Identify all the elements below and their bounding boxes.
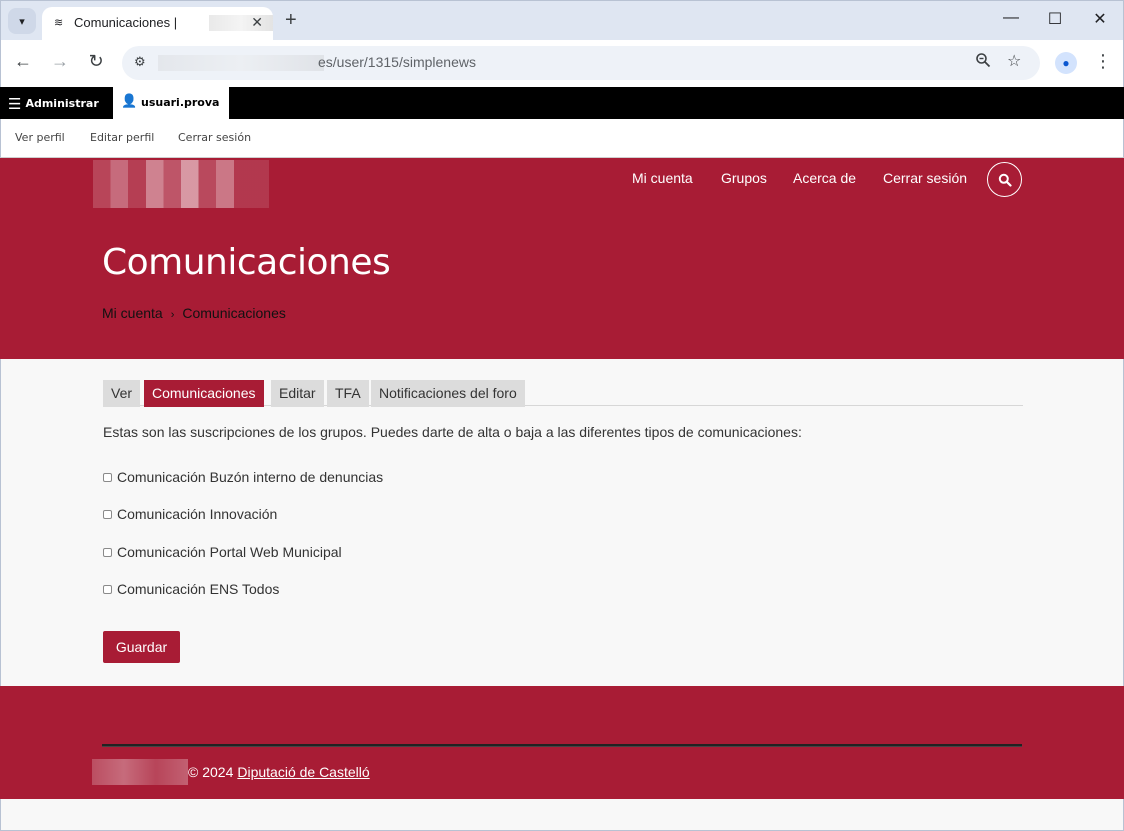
admin-manage-link[interactable]: ☰ Administrar — [8, 95, 99, 113]
breadcrumb-my-account[interactable]: Mi cuenta — [102, 305, 163, 321]
favicon-icon: ≋ — [54, 17, 64, 29]
tab-close-icon[interactable]: ✕ — [251, 14, 263, 31]
copyright: © 2024 Diputació de Castelló — [188, 764, 370, 780]
user-icon: 👤 — [121, 94, 138, 109]
back-icon[interactable]: ← — [11, 51, 35, 72]
form-intro: Estas son las suscripciones de los grupo… — [103, 424, 802, 440]
checkbox[interactable] — [103, 509, 112, 519]
minimize-icon[interactable]: — — [999, 9, 1023, 27]
browser-tab-active[interactable]: ≋ Comunicaciones | ✕ — [42, 7, 273, 41]
browser-toolbar: ← → ↻ ⚙ es/user/1315/simplenews ☆ ● ⋮ — [0, 40, 1124, 87]
url-redacted — [158, 55, 324, 71]
subscription-option[interactable]: Comunicación ENS Todos — [103, 581, 279, 597]
nav-groups[interactable]: Grupos — [721, 170, 767, 186]
zoom-icon[interactable] — [975, 52, 991, 73]
star-icon[interactable]: ☆ — [1007, 51, 1021, 71]
footer-divider — [102, 744, 1022, 747]
browser-tabstrip: ▾ ≋ Comunicaciones | ✕ + — ☐ ✕ — [0, 0, 1124, 41]
subscription-option[interactable]: Comunicación Buzón interno de denuncias — [103, 469, 383, 485]
breadcrumb: Mi cuenta › Comunicaciones — [102, 305, 286, 321]
option-label: Comunicación Innovación — [117, 506, 278, 522]
main-content: Ver Comunicaciones Editar TFA Notificaci… — [0, 359, 1124, 686]
footer-logo — [92, 759, 188, 785]
url-text: es/user/1315/simplenews — [318, 54, 476, 70]
tray-view-profile[interactable]: Ver perfil — [15, 131, 65, 144]
tab-search-button[interactable]: ▾ — [8, 8, 36, 34]
subscription-option[interactable]: Comunicación Innovación — [103, 506, 277, 522]
nav-about[interactable]: Acerca de — [793, 170, 856, 186]
site-logo[interactable] — [93, 160, 269, 208]
window-close-icon[interactable]: ✕ — [1088, 9, 1112, 29]
breadcrumb-separator: › — [170, 309, 175, 321]
tab-title-redacted — [209, 15, 273, 31]
nav-my-account[interactable]: Mi cuenta — [632, 170, 693, 186]
search-button[interactable] — [987, 162, 1022, 197]
new-tab-button[interactable]: + — [285, 9, 297, 32]
subscription-option[interactable]: Comunicación Portal Web Municipal — [103, 544, 342, 560]
checkbox[interactable] — [103, 472, 112, 482]
checkbox[interactable] — [103, 547, 112, 557]
reload-icon[interactable]: ↻ — [84, 51, 108, 72]
admin-toolbar: ☰ Administrar 👤 usuari.prova — [0, 87, 1124, 119]
local-tabs: Ver Comunicaciones Editar TFA Notificaci… — [103, 380, 1023, 407]
hamburger-icon: ☰ — [8, 95, 22, 113]
site-footer: © 2024 Diputació de Castelló — [0, 686, 1124, 799]
tray-logout[interactable]: Cerrar sesión — [178, 131, 251, 144]
option-label: Comunicación Portal Web Municipal — [117, 544, 342, 560]
address-bar[interactable]: ⚙ es/user/1315/simplenews ☆ — [122, 46, 1040, 80]
tab-forum-notifications[interactable]: Notificaciones del foro — [371, 380, 525, 407]
tab-title: Comunicaciones | — [74, 15, 178, 30]
checkbox[interactable] — [103, 584, 112, 594]
forward-icon[interactable]: → — [48, 51, 72, 72]
tab-view[interactable]: Ver — [103, 380, 141, 407]
save-button[interactable]: Guardar — [103, 631, 180, 663]
profile-icon[interactable]: ● — [1055, 52, 1077, 74]
tab-tfa[interactable]: TFA — [327, 380, 369, 407]
search-icon — [998, 173, 1012, 187]
tab-edit[interactable]: Editar — [271, 380, 324, 407]
tab-communications[interactable]: Comunicaciones — [144, 380, 264, 407]
user-tray: Ver perfil Editar perfil Cerrar sesión — [0, 119, 1124, 158]
chevron-down-icon: ▾ — [19, 15, 25, 28]
nav-logout[interactable]: Cerrar sesión — [883, 170, 967, 186]
admin-user-label: usuari.prova — [141, 96, 220, 109]
admin-manage-label: Administrar — [25, 97, 99, 110]
admin-user-tab[interactable]: 👤 usuari.prova — [113, 87, 229, 119]
site-info-icon[interactable]: ⚙ — [134, 54, 146, 70]
page-title: Comunicaciones — [102, 242, 391, 283]
page-bottom — [0, 799, 1124, 831]
copyright-text: © 2024 — [188, 764, 234, 780]
option-label: Comunicación ENS Todos — [117, 581, 280, 597]
more-icon[interactable]: ⋮ — [1094, 51, 1112, 72]
breadcrumb-current: Comunicaciones — [182, 305, 286, 321]
site-header: Mi cuenta Grupos Acerca de Cerrar sesión… — [0, 158, 1124, 359]
footer-org-link[interactable]: Diputació de Castelló — [237, 764, 369, 780]
tray-edit-profile[interactable]: Editar perfil — [90, 131, 154, 144]
option-label: Comunicación Buzón interno de denuncias — [117, 469, 384, 485]
maximize-icon[interactable]: ☐ — [1043, 9, 1067, 29]
